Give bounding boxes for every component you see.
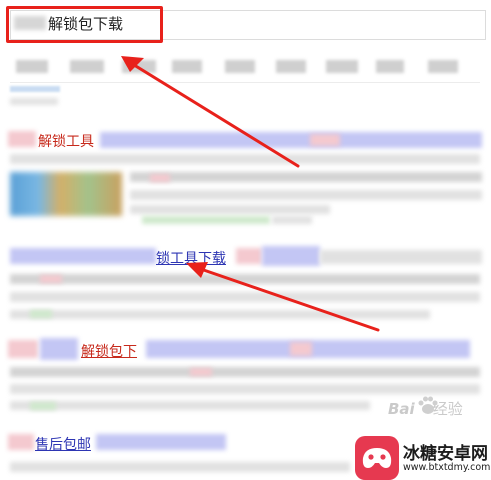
result-1-title[interactable]: 解锁工具 <box>38 131 94 151</box>
blurred-snippet <box>10 154 480 164</box>
blurred-snippet <box>130 205 330 214</box>
result-1-thumbnail[interactable] <box>10 172 122 216</box>
blurred-snippet <box>10 274 480 284</box>
tab-8[interactable] <box>376 60 404 73</box>
blurred-snippet <box>10 292 480 302</box>
blurred-snippet <box>10 401 370 410</box>
blurred-snippet <box>10 310 430 319</box>
blurred-highlight <box>310 134 340 146</box>
blurred-snippet <box>10 462 350 472</box>
site-watermark: 冰糖安卓网 www.btxtdmy.com <box>355 436 491 480</box>
blurred-highlight <box>236 248 262 264</box>
blurred-title-prefix <box>40 338 78 360</box>
search-highlight-box <box>6 6 163 43</box>
tab-divider <box>10 82 480 83</box>
result-count-line <box>10 86 60 92</box>
blurred-snippet <box>130 172 482 182</box>
tab-5[interactable] <box>225 60 255 73</box>
blurred-title <box>320 250 482 264</box>
blurred-title <box>262 246 320 266</box>
blurred-highlight <box>190 368 212 376</box>
blurred-snippet <box>130 190 482 200</box>
tab-all[interactable] <box>16 60 48 73</box>
result-4-title[interactable]: 售后包邮 <box>35 434 91 454</box>
tab-4[interactable] <box>172 60 202 73</box>
blurred-highlight <box>290 342 312 356</box>
blurred-url <box>30 310 52 318</box>
blurred-title-prefix <box>8 131 36 147</box>
blurred-highlight <box>40 275 62 283</box>
brand-name: 冰糖安卓网 <box>403 444 488 464</box>
blurred-title-prefix <box>8 340 38 358</box>
blurred-title <box>96 434 226 450</box>
result-2-title[interactable]: 锁工具下载 <box>156 248 226 268</box>
tab-9[interactable] <box>428 60 458 73</box>
tab-7[interactable] <box>326 60 358 73</box>
brand-logo <box>355 436 399 480</box>
tab-3[interactable] <box>122 60 156 73</box>
result-3-title[interactable]: 解锁包下 <box>81 341 137 361</box>
gamepad-icon <box>362 448 392 468</box>
tab-6[interactable] <box>276 60 306 73</box>
baidu-text: Bai <box>388 400 415 418</box>
blurred-snippet <box>10 384 480 394</box>
blurred-title <box>100 132 482 148</box>
blurred-url <box>30 402 56 410</box>
blurred-highlight <box>150 174 170 182</box>
blurred-url <box>272 216 312 224</box>
blurred-url <box>142 216 270 224</box>
blurred-title <box>10 248 156 264</box>
blurred-text <box>10 98 58 105</box>
blurred-title-prefix <box>8 434 34 450</box>
blurred-snippet <box>10 367 480 377</box>
tab-2[interactable] <box>70 60 104 73</box>
brand-url: www.btxtdmy.com <box>403 462 491 473</box>
paw-icon <box>418 396 438 414</box>
arrow-to-search <box>124 58 300 168</box>
